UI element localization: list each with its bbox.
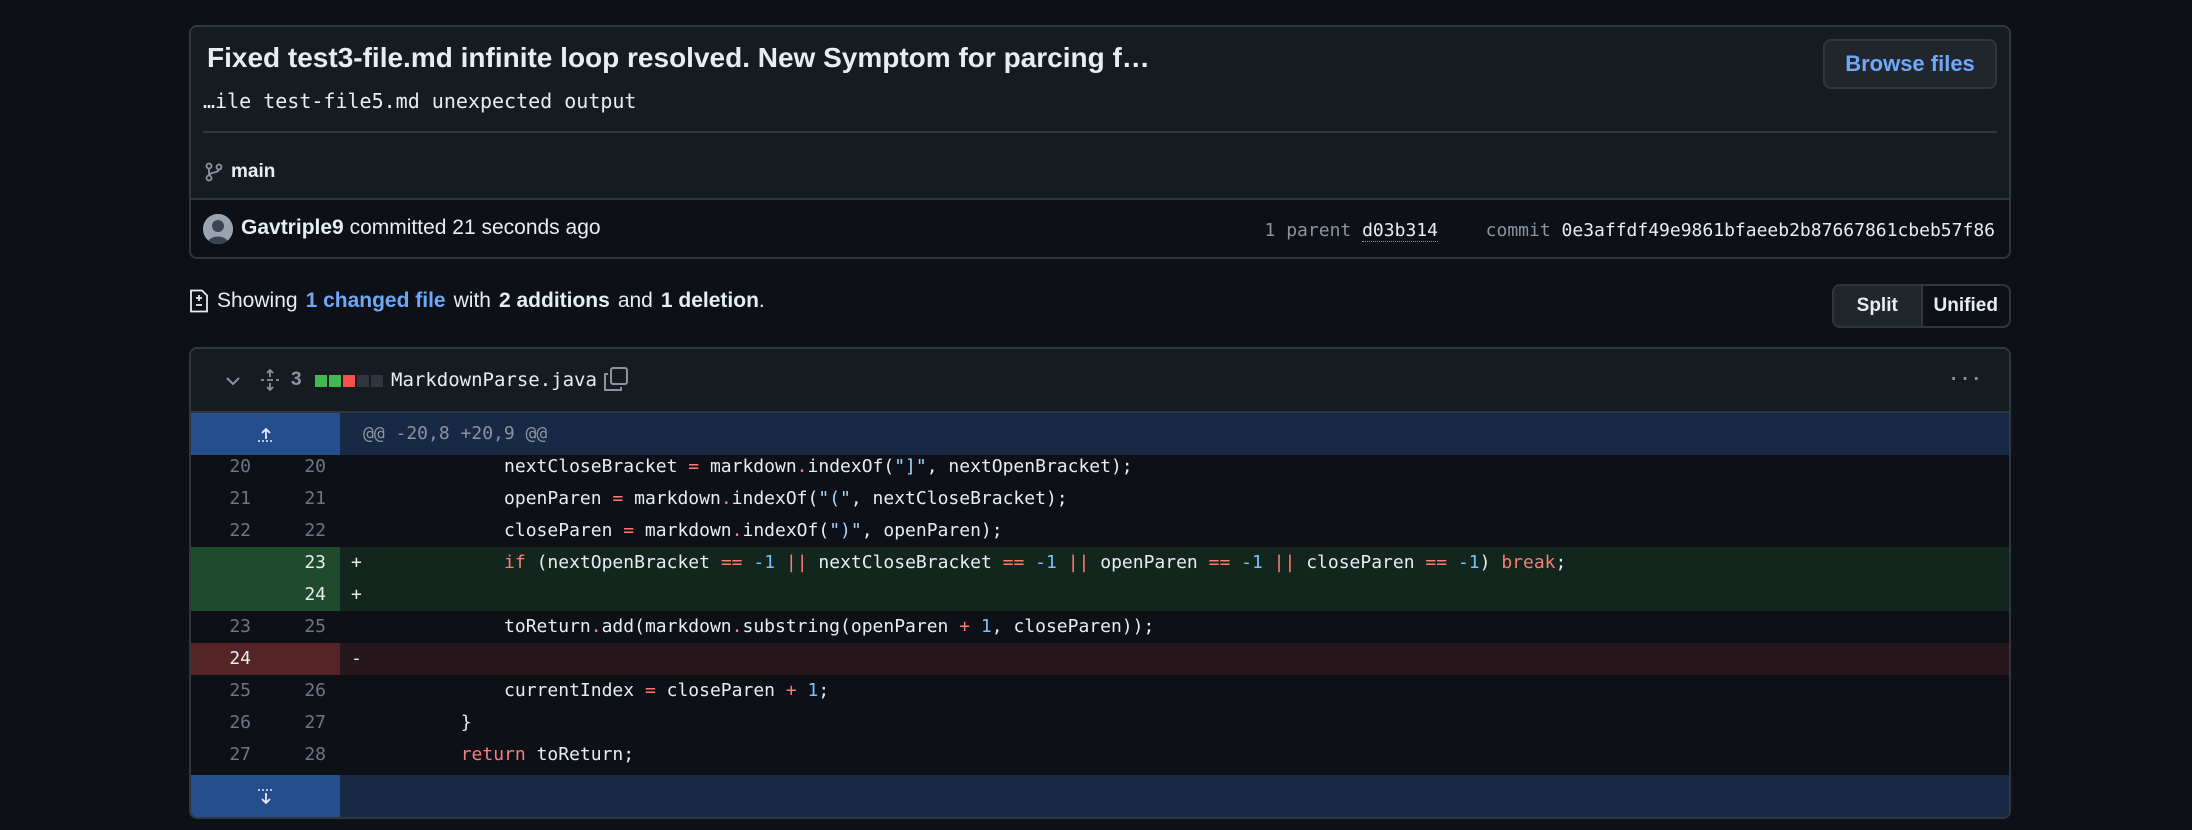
old-line-number[interactable]: 21: [191, 483, 265, 515]
new-line-number[interactable]: 27: [265, 707, 340, 739]
copy-icon[interactable]: [603, 366, 629, 392]
file-diff: 3 MarkdownParse.java ··· @@ -20,8 +20,9 …: [189, 347, 2011, 819]
commit-sha: 0e3affdf49e9861bfaeeb2b87667861cbeb57f86: [1561, 220, 1995, 241]
branch-name: main: [231, 161, 276, 182]
commit-action: committed: [349, 216, 447, 239]
unfold-icon[interactable]: [259, 369, 281, 391]
commit-meta: Gavtriple9 committed 21 seconds ago 1 pa…: [191, 198, 2009, 257]
diff-sign: +: [351, 584, 362, 605]
unified-view-button[interactable]: Unified: [1923, 286, 2010, 326]
split-view-button[interactable]: Split: [1834, 286, 1923, 326]
new-line-number[interactable]: 24: [265, 579, 340, 611]
context-line: 26 27 }: [191, 707, 2009, 739]
parent-sha-link[interactable]: d03b314: [1362, 220, 1438, 242]
git-branch-icon: [205, 162, 223, 182]
diffstat-add: [315, 375, 327, 387]
diff-sign: +: [351, 552, 362, 573]
commit-time[interactable]: 21 seconds ago: [452, 216, 600, 239]
commit-label: commit: [1485, 220, 1551, 241]
old-line-number[interactable]: 24: [191, 643, 265, 675]
new-line-number[interactable]: 23: [265, 547, 340, 579]
added-line: 24 +: [191, 579, 2009, 611]
parent-label: 1 parent: [1264, 220, 1352, 241]
old-line-number[interactable]: 26: [191, 707, 265, 739]
new-line-number[interactable]: [265, 643, 340, 675]
changed-files-link[interactable]: 1 changed file: [306, 289, 446, 313]
old-line-number[interactable]: 27: [191, 739, 265, 771]
avatar[interactable]: [203, 214, 233, 244]
context-line: 25 26 currentIndex = closeParen + 1;: [191, 675, 2009, 707]
file-header: 3 MarkdownParse.java ···: [191, 349, 2009, 413]
added-line: 23 + if (nextOpenBracket == -1 || nextClo…: [191, 547, 2009, 579]
code-line: return toReturn;: [460, 744, 635, 765]
diffstat-add: [329, 375, 341, 387]
new-line-number[interactable]: 25: [265, 611, 340, 643]
hunk-footer-row: [191, 775, 2009, 817]
browse-files-button[interactable]: Browse files: [1823, 39, 1997, 89]
context-line: 20 20 nextCloseBracket = markdown.indexOf…: [191, 451, 2009, 483]
diff-sign: -: [351, 648, 362, 669]
new-line-number[interactable]: 21: [265, 483, 340, 515]
kebab-menu-icon[interactable]: ···: [1949, 363, 1983, 391]
diffstat-neutral: [357, 375, 369, 387]
fold-down-icon: [257, 789, 274, 805]
hunk-header: @@ -20,8 +20,9 @@: [363, 423, 548, 444]
chevron-down-icon[interactable]: [223, 371, 243, 391]
new-line-number[interactable]: 26: [265, 675, 340, 707]
summary-with: with: [453, 289, 491, 312]
user-avatar-icon: [203, 214, 233, 244]
code-line: closeParen = markdown.indexOf(")", openP…: [374, 520, 1003, 541]
diffstat-bar: [315, 375, 383, 387]
code-line: if (nextOpenBracket == -1 || nextCloseBr…: [504, 552, 1567, 573]
divider: [203, 131, 1997, 133]
code-line: currentIndex = closeParen + 1;: [374, 680, 830, 701]
code-line: }: [374, 712, 472, 733]
code-line: openParen = markdown.indexOf("(", nextCl…: [374, 488, 1068, 509]
code-line: toReturn.add(markdown.substring(openPare…: [374, 616, 1155, 637]
commit-title: Fixed test3-file.md infinite loop resolv…: [207, 42, 1150, 73]
old-line-number[interactable]: [191, 547, 265, 579]
change-count: 3: [291, 369, 302, 390]
context-line: 27 28 return toReturn;: [191, 739, 2009, 771]
diff-view-toggle: Split Unified: [1832, 284, 2011, 328]
fold-up-icon: [257, 427, 274, 442]
commit-header: Fixed test3-file.md infinite loop resolv…: [189, 25, 2011, 259]
deleted-line: 24 -: [191, 643, 2009, 675]
context-line: 23 25 toReturn.add(markdown.substring(ope…: [191, 611, 2009, 643]
commit-hashes: 1 parent d03b314 commit 0e3affdf49e9861b…: [1264, 220, 1995, 242]
old-line-number[interactable]: 23: [191, 611, 265, 643]
context-line: 22 22 closeParen = markdown.indexOf(")", …: [191, 515, 2009, 547]
diffstat-neutral: [371, 375, 383, 387]
old-line-number[interactable]: 22: [191, 515, 265, 547]
new-line-number[interactable]: 22: [265, 515, 340, 547]
summary-and: and: [617, 289, 653, 312]
file-name[interactable]: MarkdownParse.java: [391, 369, 597, 391]
new-line-number[interactable]: 28: [265, 739, 340, 771]
diff-summary: Showing 1 changed file with 2 additions …: [189, 289, 765, 313]
code-line: nextCloseBracket = markdown.indexOf("]",…: [374, 456, 1133, 477]
context-line: 21 21 openParen = markdown.indexOf("(", n…: [191, 483, 2009, 515]
author-name[interactable]: Gavtriple9: [241, 216, 344, 239]
hunk-header-row: @@ -20,8 +20,9 @@: [191, 413, 2009, 455]
file-diff-icon: [190, 289, 208, 313]
branch-indicator[interactable]: main: [205, 161, 275, 183]
diffstat-del: [343, 375, 355, 387]
summary-prefix: Showing: [217, 289, 298, 312]
summary-period: .: [758, 289, 765, 312]
old-line-number[interactable]: 20: [191, 451, 265, 483]
old-line-number[interactable]: [191, 579, 265, 611]
old-line-number[interactable]: 25: [191, 675, 265, 707]
new-line-number[interactable]: 20: [265, 451, 340, 483]
commit-description: …ile test-file5.md unexpected output: [203, 89, 637, 113]
deletions-count: 1 deletion: [660, 289, 759, 312]
expand-down-button[interactable]: [191, 775, 340, 817]
expand-up-button[interactable]: [191, 413, 340, 455]
author-line: Gavtriple9 committed 21 seconds ago: [241, 216, 601, 240]
additions-count: 2 additions: [498, 289, 610, 312]
